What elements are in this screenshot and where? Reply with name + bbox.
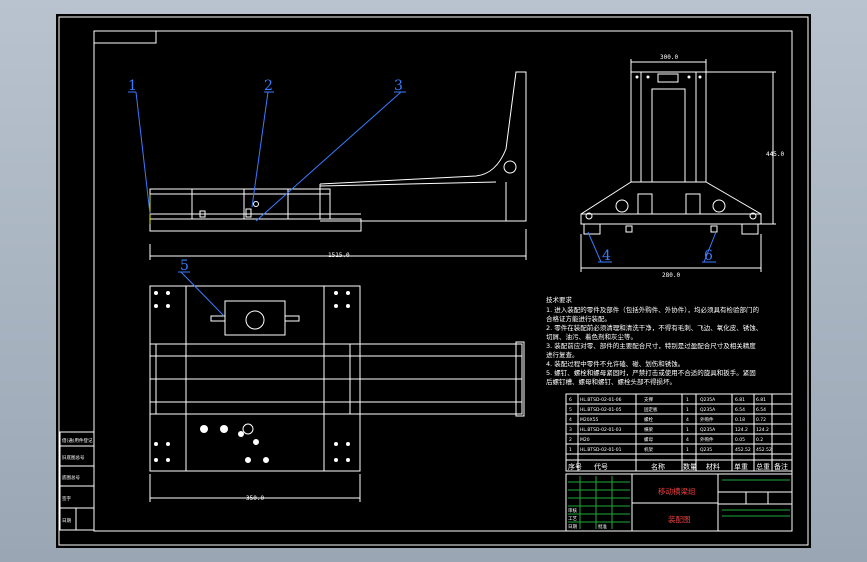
bom-cell-no: 6 <box>569 397 572 403</box>
bom-cell-total: 452.52 <box>756 447 772 453</box>
dim-front-height: 445.0 <box>766 151 784 158</box>
bom-cell-total: 124.2 <box>756 427 769 433</box>
bom-cell-code: M20 <box>580 437 590 443</box>
note-line: 5. 螺钉、螺栓和螺母紧固时，严禁打击或使用不合适的旋具和扳手。紧固 <box>546 368 756 377</box>
note-line: 切屑、油污、着色剂和灰尘等。 <box>546 332 637 341</box>
bom-cell-qty: 1 <box>686 447 689 453</box>
bom-cell-unit: 6.54 <box>735 407 745 413</box>
tb-label: 工艺 <box>568 516 577 522</box>
tb-label: 批准 <box>598 523 607 530</box>
bom-cell-name: 螺栓 <box>644 416 653 423</box>
bom-header: 序号 <box>568 462 582 471</box>
drawing-viewport[interactable]: 借(通)用件登记 旧底图总号 底图总号 签字 日期 1515.0 300.0 4… <box>56 14 811 548</box>
bom-cell-unit: 124.2 <box>735 427 748 433</box>
corner-tab <box>94 30 157 44</box>
dim-front-base: 280.0 <box>662 272 680 279</box>
balloon-4: 4 <box>602 248 611 264</box>
bom-cell-unit: 452.52 <box>735 447 751 453</box>
bom-header: 备注 <box>774 462 788 471</box>
stamp-label: 借(通)用件登记 <box>62 437 93 444</box>
plan-view: 350.0 <box>149 285 525 502</box>
bom-header: 名称 <box>651 462 665 471</box>
dim-side-length: 1515.0 <box>328 252 350 259</box>
front-view: 300.0 445.0 280.0 <box>580 54 784 279</box>
notes-title: 技术要求 <box>546 295 573 304</box>
bom-cell-total: 6.81 <box>756 397 766 403</box>
bom-cell-code: HL.BTSD-02-01-03 <box>580 427 622 433</box>
note-line: 后螺钉槽、螺母和螺钉、螺栓头部不得损坏。 <box>546 377 676 386</box>
bom-cell-mat: Q235A <box>700 397 716 403</box>
bom-header: 材料 <box>706 462 720 471</box>
balloon-6: 6 <box>704 248 713 264</box>
note-line: 1. 进入装配的零件及部件（包括外购件、外协件），均必须具有检验部门的 <box>546 305 760 314</box>
bom-header: 单重 <box>734 462 748 471</box>
tb-label: 日期 <box>568 524 577 530</box>
stamp-label: 日期 <box>62 518 71 524</box>
dim-top-width: 300.0 <box>660 54 678 61</box>
bom-cell-total: 0.72 <box>756 417 766 423</box>
bom-cell-no: 2 <box>569 437 572 443</box>
bom-cell-no: 5 <box>569 407 572 413</box>
bom-cell-name: 螺母 <box>644 436 653 443</box>
side-view: 1515.0 <box>149 71 527 260</box>
bom-cell-name: 支撑 <box>644 396 653 403</box>
bom-cell-unit: 0.18 <box>735 417 745 423</box>
bom-cell-qty: 1 <box>686 397 689 403</box>
technical-notes: 技术要求 1. 进入装配的零件及部件（包括外购件、外协件），均必须具有检验部门的… <box>546 295 762 386</box>
stamp-label: 签字 <box>62 495 71 502</box>
note-line: 合格证方能进行装配。 <box>546 314 611 323</box>
bom-header: 代号 <box>594 462 608 471</box>
bom-cell-total: 6.54 <box>756 407 766 413</box>
bom-cell-code: HL.BTSD-02-01-05 <box>580 407 622 413</box>
stamp-label: 底图总号 <box>62 474 80 481</box>
tb-label: 审核 <box>568 507 577 514</box>
bom-cell-name: 机架 <box>644 446 653 453</box>
bom-cell-mat: 外购件 <box>700 436 714 443</box>
note-line: 进行复查。 <box>546 350 579 359</box>
note-line: 2. 零件在装配前必须清理和清洗干净，不得有毛刺、飞边、氧化皮、锈蚀、 <box>546 323 762 332</box>
balloon-5: 5 <box>180 258 189 274</box>
drawing-frame <box>93 30 793 532</box>
bom-header: 总重 <box>756 462 770 471</box>
bom-cell-qty: 4 <box>686 417 689 423</box>
bom-cell-code: HL.BTSD-02-01-06 <box>580 397 622 403</box>
bom-cell-code: HL.BTSD-02-01-01 <box>580 447 622 453</box>
bom-cell-unit: 6.81 <box>735 397 745 403</box>
bom-cell-name: 固定板 <box>644 406 658 413</box>
side-stamp-block: 借(通)用件登记 旧底图总号 底图总号 签字 日期 <box>59 431 95 531</box>
drawing-subtitle: 装配图 <box>668 514 691 524</box>
bom-cell-unit: 0.05 <box>735 437 745 443</box>
balloon-2: 2 <box>264 78 273 94</box>
bom-table: 6 HL.BTSD-02-01-06 支撑 1 Q235A 6.81 6.81 5 HL.BTS… <box>565 393 793 472</box>
bom-header: 数量 <box>683 462 697 471</box>
drawing-title: 移动横梁组 <box>658 486 696 496</box>
stamp-label: 旧底图总号 <box>62 454 85 461</box>
cad-drawing: 借(通)用件登记 旧底图总号 底图总号 签字 日期 1515.0 300.0 4… <box>58 16 809 546</box>
bom-cell-mat: Q235A <box>700 407 716 413</box>
balloon-1: 1 <box>128 78 137 94</box>
note-line: 4. 装配过程中零件不允许磕、碰、划伤和锈蚀。 <box>546 359 684 368</box>
balloon-3: 3 <box>394 78 403 94</box>
note-line: 3. 装配前应对零、部件的主要配合尺寸，特别是过盈配合尺寸及相关精度 <box>546 341 756 350</box>
bom-cell-qty: 4 <box>686 437 689 443</box>
bom-cell-qty: 1 <box>686 427 689 433</box>
bom-cell-no: 1 <box>569 447 572 453</box>
bom-cell-mat: Q235A <box>700 427 716 433</box>
title-block: 审核 工艺 日期 批准 移动横梁组 装配图 <box>565 473 793 532</box>
bom-cell-no: 3 <box>569 427 572 433</box>
bom-cell-no: 4 <box>569 417 572 423</box>
dim-plan-width: 350.0 <box>246 495 264 502</box>
bom-cell-total: 0.2 <box>756 437 763 443</box>
bom-cell-mat: 外购件 <box>700 416 714 423</box>
bom-cell-qty: 1 <box>686 407 689 413</box>
bom-cell-mat: Q235 <box>700 447 712 453</box>
bom-cell-name: 横梁 <box>644 426 653 433</box>
bom-cell-code: M20X55 <box>580 417 599 423</box>
